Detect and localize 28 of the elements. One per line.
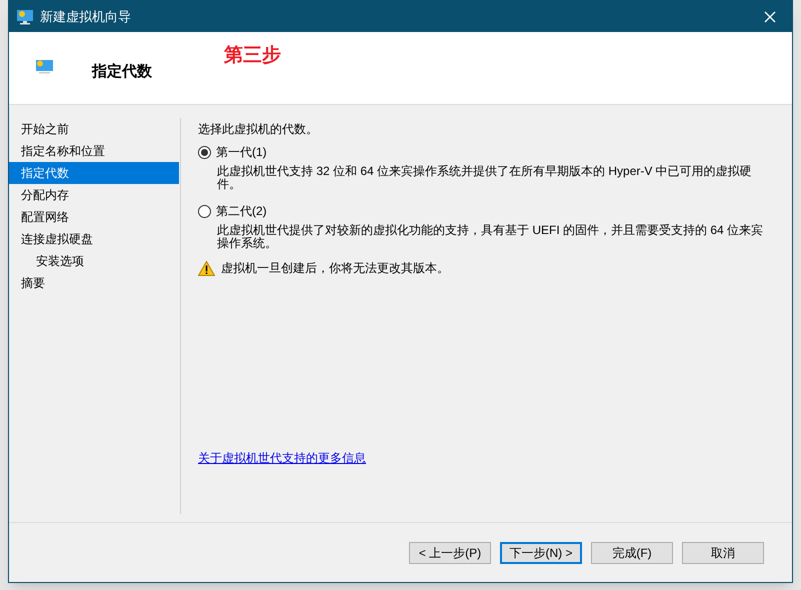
sidebar-item[interactable]: 分配内存	[9, 184, 179, 206]
more-info-link[interactable]: 关于虚拟机世代支持的更多信息	[198, 449, 366, 467]
radio-option[interactable]: 第二代(2)	[198, 199, 267, 223]
radio-option[interactable]: 第一代(1)	[198, 140, 267, 164]
radio-button[interactable]	[198, 146, 211, 158]
wizard-button[interactable]: 下一步(N) >	[500, 542, 582, 564]
option-description: 此虚拟机世代提供了对较新的虚拟化功能的支持，具有基于 UEFI 的固件，并且需要受支持的 64 位来宾操作系统。	[216, 224, 764, 250]
radio-button[interactable]	[198, 204, 211, 218]
wizard-button[interactable]: 完成(F)	[591, 542, 673, 564]
sidebar-item[interactable]: 连接虚拟硬盘	[9, 228, 179, 250]
option-description: 此虚拟机世代支持 32 位和 64 位来宾操作系统并提供了在所有早期版本的 Hyper-V 中已可用的虚拟硬件。	[216, 165, 753, 191]
monitor-icon	[36, 60, 53, 74]
sidebar-item[interactable]: 摘要	[9, 272, 179, 294]
wizard-button[interactable]: < 上一步(P)	[409, 542, 491, 564]
close-icon	[764, 10, 776, 22]
page-heading: 指定代数	[92, 62, 152, 82]
sidebar-item[interactable]: 配置网络	[9, 206, 179, 228]
prompt-text: 选择此虚拟机的代数。	[198, 121, 319, 138]
warning-icon	[198, 260, 215, 276]
window-title: 新建虚拟机向导	[40, 8, 131, 26]
sidebar-item[interactable]: 安装选项	[9, 250, 179, 272]
wizard-button[interactable]: 取消	[682, 542, 764, 564]
monitor-icon	[16, 8, 34, 24]
sidebar-item[interactable]: 指定名称和位置	[9, 140, 179, 162]
sidebar-item[interactable]: 指定代数	[9, 162, 179, 184]
sidebar-item[interactable]: 开始之前	[9, 118, 179, 140]
warning-text: 虚拟机一旦创建后，你将无法更改其版本。	[221, 260, 449, 277]
step-annotation: 第三步	[224, 44, 281, 68]
